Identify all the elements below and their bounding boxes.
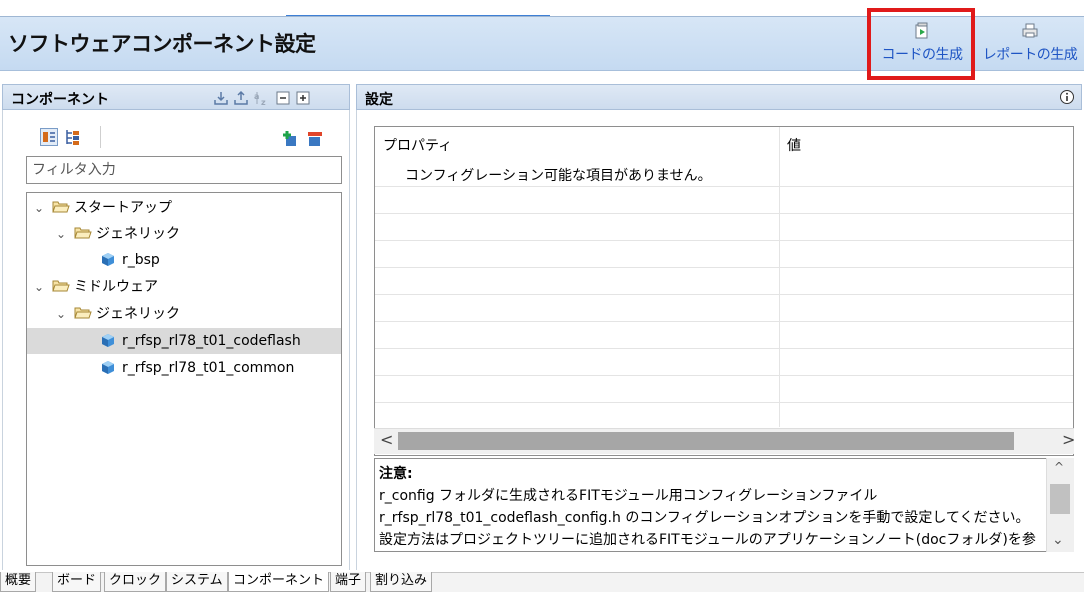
horizontal-scroll-thumb[interactable] bbox=[398, 432, 1014, 450]
collapse-all-icon[interactable] bbox=[275, 90, 291, 106]
row-divider bbox=[375, 186, 1073, 187]
tree-item-label: ミドルウェア bbox=[74, 279, 158, 295]
remove-component-icon[interactable] bbox=[306, 130, 324, 148]
vertical-scroll-thumb[interactable] bbox=[1050, 484, 1070, 514]
component-cube-icon bbox=[102, 361, 114, 374]
scroll-left-icon[interactable]: < bbox=[380, 430, 393, 449]
component-cube-icon bbox=[102, 334, 114, 347]
report-printer-icon bbox=[1022, 23, 1038, 38]
view-by-category-icon[interactable] bbox=[64, 128, 82, 146]
table-row-property: コンフィグレーション可能な項目がありません。 bbox=[405, 168, 712, 184]
tree-item-label: ジェネリック bbox=[96, 306, 180, 322]
bottom-tab[interactable]: 端子 bbox=[330, 572, 367, 592]
toolbar-divider bbox=[100, 126, 101, 148]
add-component-icon[interactable] bbox=[282, 130, 300, 148]
notes-line: r_config フォルダに生成されるFITモジュール用コンフィグレーションファ… bbox=[379, 488, 878, 504]
generate-report-button[interactable]: レポートの生成 bbox=[976, 20, 1084, 68]
bottom-tab[interactable]: 割り込み bbox=[370, 572, 433, 592]
filter-input[interactable] bbox=[26, 156, 342, 184]
expand-chevron-icon[interactable]: ⌄ bbox=[34, 274, 48, 300]
tree-item-label: ジェネリック bbox=[96, 226, 180, 242]
view-by-component-icon[interactable] bbox=[40, 128, 58, 146]
notes-line: 設定方法はプロジェクトツリーに追加されるFITモジュールのアプリケーションノート… bbox=[379, 532, 1036, 548]
generate-report-label: レポートの生成 bbox=[982, 47, 1078, 63]
folder-open-icon bbox=[74, 227, 92, 239]
bottom-tab[interactable]: クロック bbox=[104, 572, 167, 592]
bottom-tab[interactable]: コンポーネント bbox=[228, 572, 330, 592]
scroll-up-icon[interactable]: ^ bbox=[1054, 460, 1064, 474]
bottom-tab[interactable]: ボード bbox=[52, 572, 102, 592]
tree-item-component[interactable]: r_rfsp_rl78_t01_codeflash bbox=[27, 328, 341, 354]
tree-item-label: r_rfsp_rl78_t01_common bbox=[122, 360, 295, 376]
settings-panel-header: 設定 bbox=[356, 84, 1082, 110]
tree-item-label: r_rfsp_rl78_t01_codeflash bbox=[122, 333, 301, 349]
row-divider bbox=[375, 267, 1073, 268]
row-divider bbox=[375, 375, 1073, 376]
property-column-header: プロパティ bbox=[383, 138, 453, 154]
row-divider bbox=[375, 240, 1073, 241]
export-component-icon[interactable] bbox=[233, 90, 249, 106]
row-divider bbox=[375, 321, 1073, 322]
notes-area: 注意: r_config フォルダに生成されるFITモジュール用コンフィグレーシ… bbox=[374, 458, 1074, 552]
settings-panel-title: 設定 bbox=[365, 92, 393, 108]
folder-open-icon bbox=[52, 201, 70, 213]
notes-line: r_rfsp_rl78_t01_codeflash_config.h のコンフィ… bbox=[379, 510, 1030, 526]
sort-alpha-icon[interactable]: a z bbox=[253, 90, 269, 106]
page-title: ソフトウェアコンポーネント設定 bbox=[8, 32, 316, 56]
highlight-annotation-box bbox=[867, 8, 975, 80]
row-divider bbox=[375, 402, 1073, 403]
value-column-header: 値 bbox=[787, 138, 801, 154]
components-panel-title: コンポーネント bbox=[11, 92, 109, 108]
notes-heading: 注意: bbox=[379, 466, 413, 482]
import-component-icon[interactable] bbox=[213, 90, 229, 106]
scroll-right-icon[interactable]: > bbox=[1062, 430, 1075, 449]
row-divider bbox=[375, 213, 1073, 214]
expand-chevron-icon[interactable]: ⌄ bbox=[56, 221, 70, 247]
expand-all-icon[interactable] bbox=[295, 90, 311, 106]
property-table: プロパティ 値 コンフィグレーション可能な項目がありません。 bbox=[374, 126, 1074, 456]
row-divider bbox=[375, 294, 1073, 295]
expand-chevron-icon[interactable]: ⌄ bbox=[56, 301, 70, 327]
bottom-tab[interactable]: 概要 bbox=[0, 572, 37, 592]
bottom-tab[interactable]: システム bbox=[166, 572, 228, 592]
component-cube-icon bbox=[102, 253, 114, 266]
info-icon[interactable] bbox=[1059, 89, 1075, 105]
row-divider bbox=[375, 348, 1073, 349]
svg-text:z: z bbox=[261, 98, 266, 106]
tree-item-label: スタートアップ bbox=[74, 200, 172, 216]
expand-chevron-icon[interactable]: ⌄ bbox=[34, 195, 48, 221]
scroll-down-icon[interactable]: ⌄ bbox=[1052, 532, 1064, 548]
column-divider bbox=[779, 127, 780, 427]
folder-open-icon bbox=[52, 280, 70, 292]
folder-open-icon bbox=[74, 307, 92, 319]
components-panel-header: コンポーネント a z bbox=[2, 84, 350, 110]
tree-item-label: r_bsp bbox=[122, 252, 160, 268]
